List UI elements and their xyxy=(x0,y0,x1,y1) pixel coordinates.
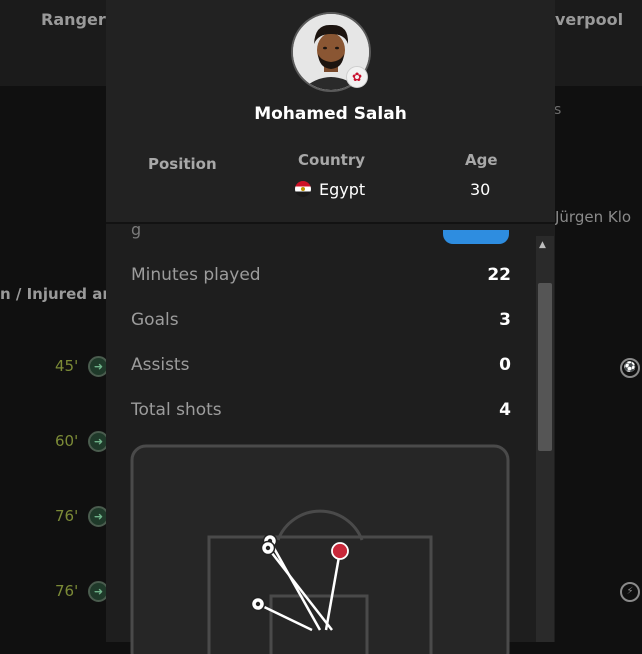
player-popup: ✿ Mohamed Salah Position Country Age Egy… xyxy=(106,0,555,654)
stat-label: Minutes played xyxy=(131,265,261,285)
injured-section-title: n / Injured ar xyxy=(0,285,110,303)
shot-map[interactable] xyxy=(130,444,510,654)
stat-value: 0 xyxy=(499,355,511,375)
substitution-minute: 45' xyxy=(55,357,79,375)
stat-row: Goals 3 xyxy=(131,307,511,333)
rating-badge xyxy=(443,230,509,244)
substitution-minute: 76' xyxy=(55,507,79,525)
age-label: Age xyxy=(465,151,498,169)
stat-row: Total shots 4 xyxy=(131,397,511,423)
substitution-row[interactable]: 76' ➜ xyxy=(55,504,109,528)
scroll-up-arrow-icon[interactable]: ▲ xyxy=(539,240,546,250)
stat-value: 22 xyxy=(487,265,511,285)
substitution-row[interactable]: 60' ➜ xyxy=(55,429,109,453)
scroll-thumb[interactable] xyxy=(538,283,552,451)
stats-scrollbar[interactable]: ▲ xyxy=(536,236,554,642)
player-header: ✿ Mohamed Salah Position Country Age Egy… xyxy=(106,0,555,224)
age-value: 30 xyxy=(470,180,491,199)
stat-label: Total shots xyxy=(131,400,222,420)
coach-name[interactable]: Jürgen Klo xyxy=(555,208,631,226)
country-value: Egypt xyxy=(319,180,366,199)
soccer-ball-icon: ⚽ xyxy=(620,358,640,378)
away-team-name[interactable]: verpool xyxy=(555,10,623,29)
egypt-flag-icon xyxy=(295,181,311,197)
country-label: Country xyxy=(298,151,366,169)
stat-label: Assists xyxy=(131,355,190,375)
liverpool-badge-icon: ✿ xyxy=(346,66,368,88)
stat-label: g xyxy=(131,224,142,239)
stat-value: 4 xyxy=(499,400,511,420)
substitution-minute: 60' xyxy=(55,432,79,450)
stat-value: 3 xyxy=(499,310,511,330)
player-name: Mohamed Salah xyxy=(254,104,407,124)
injury-icon: ⚡ xyxy=(620,582,640,602)
stat-label: Goals xyxy=(131,310,179,330)
substitution-minute: 76' xyxy=(55,582,79,600)
pitch-boundary xyxy=(130,444,510,654)
soccer-ball-pattern xyxy=(265,545,271,551)
soccer-ball-pattern xyxy=(255,601,261,607)
stat-row: Minutes played 22 xyxy=(131,262,511,288)
stat-row: Assists 0 xyxy=(131,352,511,378)
home-team-name[interactable]: Ranger xyxy=(41,10,106,29)
background-tab-label: s xyxy=(554,102,562,118)
substitution-row[interactable]: 76' ➜ xyxy=(55,579,109,603)
substitution-row[interactable]: 45' ➜ xyxy=(55,354,109,378)
shot-marker-icon xyxy=(331,542,349,560)
position-label: Position xyxy=(148,155,217,173)
